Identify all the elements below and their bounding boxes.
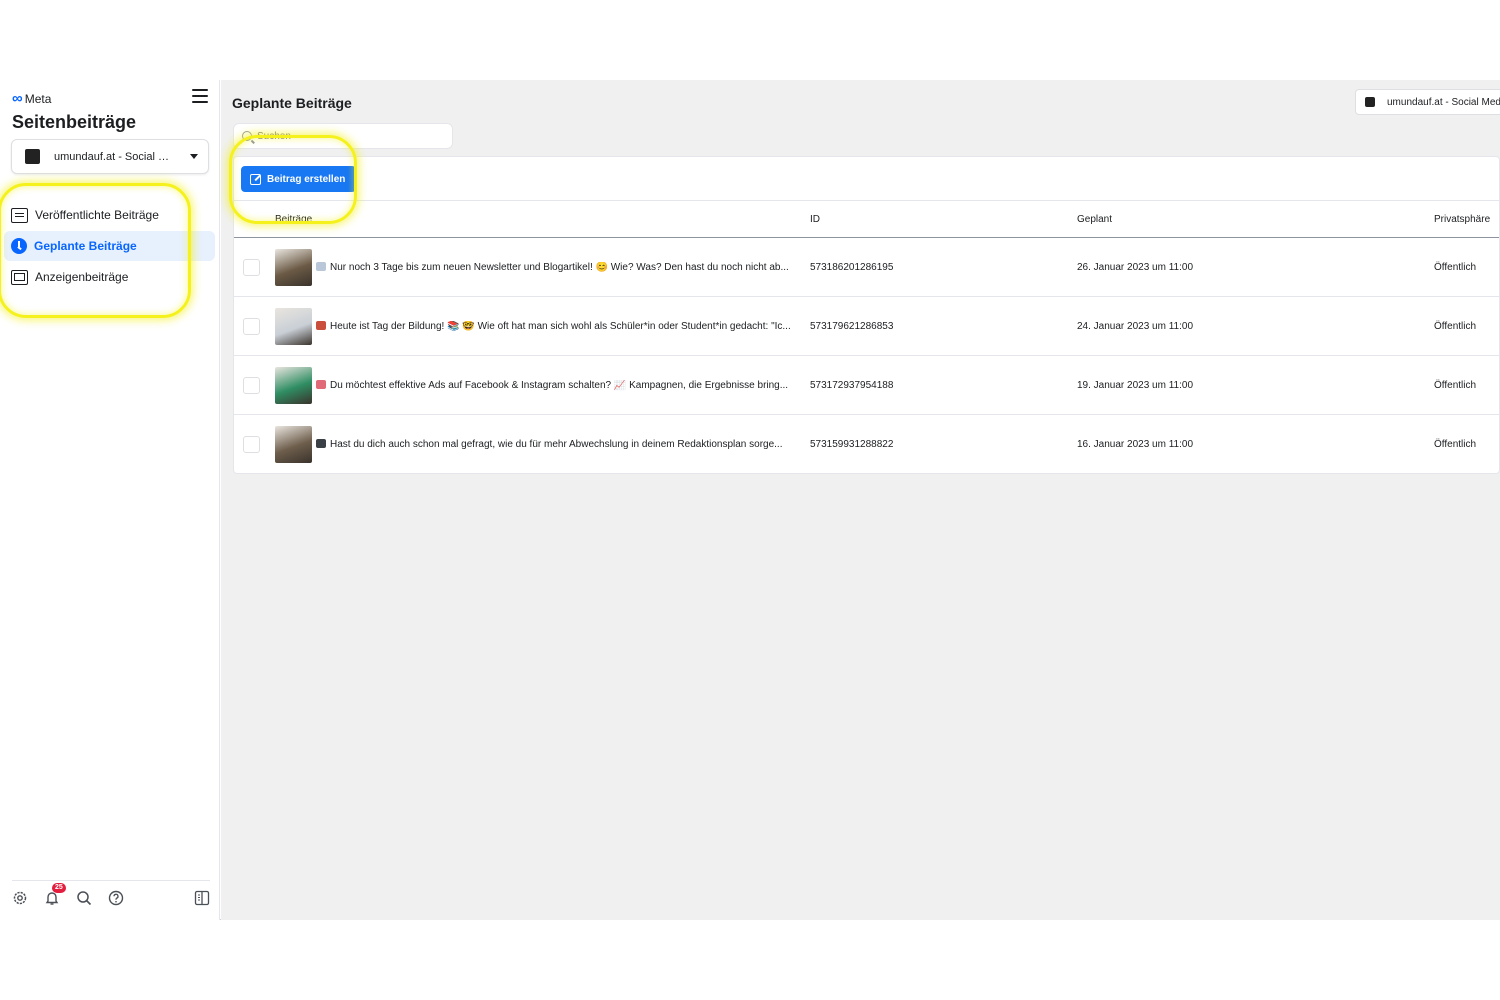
top-page-selector-label: umundauf.at - Social Med bbox=[1387, 96, 1500, 108]
sidebar-item-published-posts[interactable]: Veröffentlichte Beiträge bbox=[4, 200, 215, 230]
app-window: ∞ Meta Seitenbeiträge umundauf.at - Soci… bbox=[0, 80, 1500, 920]
post-id: 573159931288822 bbox=[810, 439, 894, 450]
table-row[interactable]: Du möchtest effektive Ads auf Facebook &… bbox=[234, 356, 1499, 415]
row-checkbox[interactable] bbox=[243, 377, 260, 394]
scheduled-date: 24. Januar 2023 um 11:00 bbox=[1077, 321, 1194, 332]
main-content: Geplante Beiträge umundauf.at - Social M… bbox=[221, 80, 1500, 920]
post-thumbnail[interactable] bbox=[275, 308, 312, 345]
privacy-status: Öffentlich bbox=[1434, 262, 1477, 273]
settings-icon[interactable] bbox=[12, 890, 28, 906]
row-checkbox[interactable] bbox=[243, 318, 260, 335]
post-thumbnail[interactable] bbox=[275, 367, 312, 404]
emoji-icon bbox=[316, 321, 326, 330]
privacy-status: Öffentlich bbox=[1434, 439, 1477, 450]
page-avatar bbox=[1365, 97, 1375, 107]
sidebar-nav: Veröffentlichte Beiträge Geplante Beiträ… bbox=[4, 200, 215, 293]
column-header-privacy[interactable]: Privatsphäre bbox=[1434, 214, 1490, 225]
emoji-icon bbox=[316, 262, 326, 271]
privacy-status: Öffentlich bbox=[1434, 321, 1477, 332]
edit-icon bbox=[250, 173, 261, 185]
post-text[interactable]: Du möchtest effektive Ads auf Facebook &… bbox=[316, 380, 796, 391]
top-page-selector[interactable]: umundauf.at - Social Med bbox=[1355, 89, 1500, 115]
page-title: Geplante Beiträge bbox=[232, 95, 352, 111]
help-icon[interactable] bbox=[108, 890, 124, 906]
table-toolbar: Beitrag erstellen bbox=[234, 157, 1499, 201]
table-header: Beiträge ID Geplant Privatsphäre bbox=[234, 201, 1499, 238]
panel-toggle-icon[interactable] bbox=[194, 890, 210, 906]
meta-infinity-icon: ∞ bbox=[12, 90, 23, 107]
sidebar-item-label: Anzeigenbeiträge bbox=[35, 270, 129, 284]
post-text[interactable]: Hast du dich auch schon mal gefragt, wie… bbox=[316, 439, 796, 450]
table-row[interactable]: Hast du dich auch schon mal gefragt, wie… bbox=[234, 415, 1499, 474]
page-selector-dropdown[interactable]: umundauf.at - Social Med... bbox=[11, 139, 209, 174]
scheduled-date: 26. Januar 2023 um 11:00 bbox=[1077, 262, 1194, 273]
emoji-icon bbox=[316, 380, 326, 389]
table-body: Nur noch 3 Tage bis zum neuen Newsletter… bbox=[234, 238, 1499, 474]
post-id: 573179621286853 bbox=[810, 321, 894, 332]
row-checkbox[interactable] bbox=[243, 436, 260, 453]
column-header-scheduled[interactable]: Geplant bbox=[1077, 214, 1112, 225]
notifications-icon[interactable]: 25 bbox=[44, 883, 66, 906]
post-thumbnail[interactable] bbox=[275, 426, 312, 463]
post-id: 573172937954188 bbox=[810, 380, 894, 391]
table-row[interactable]: Nur noch 3 Tage bis zum neuen Newsletter… bbox=[234, 238, 1499, 297]
clock-icon bbox=[11, 238, 27, 254]
meta-logo-text: Meta bbox=[24, 91, 52, 106]
sidebar-footer: 25 bbox=[12, 880, 210, 906]
page-avatar bbox=[25, 149, 40, 164]
sidebar-item-scheduled-posts[interactable]: Geplante Beiträge bbox=[4, 231, 215, 261]
sidebar-item-label: Veröffentlichte Beiträge bbox=[35, 208, 159, 222]
search-input[interactable] bbox=[257, 130, 437, 142]
search-icon[interactable] bbox=[76, 890, 92, 906]
ads-screen-icon bbox=[11, 269, 28, 285]
menu-icon[interactable] bbox=[192, 89, 208, 103]
sidebar: ∞ Meta Seitenbeiträge umundauf.at - Soci… bbox=[0, 80, 220, 920]
scheduled-date: 16. Januar 2023 um 11:00 bbox=[1077, 439, 1194, 450]
row-checkbox[interactable] bbox=[243, 259, 260, 276]
page-selector-label: umundauf.at - Social Med... bbox=[54, 150, 176, 163]
search-icon bbox=[242, 131, 252, 141]
table-row[interactable]: Heute ist Tag der Bildung! 📚 🤓 Wie oft h… bbox=[234, 297, 1499, 356]
sidebar-item-label: Geplante Beiträge bbox=[34, 239, 137, 253]
meta-logo[interactable]: ∞ Meta bbox=[12, 90, 51, 107]
post-id: 573186201286195 bbox=[810, 262, 894, 273]
create-post-button[interactable]: Beitrag erstellen bbox=[241, 166, 357, 192]
sidebar-item-ad-posts[interactable]: Anzeigenbeiträge bbox=[4, 262, 215, 292]
chevron-down-icon bbox=[190, 154, 198, 159]
search-field[interactable] bbox=[233, 123, 453, 149]
scheduled-date: 19. Januar 2023 um 11:00 bbox=[1077, 380, 1194, 391]
column-header-posts[interactable]: Beiträge bbox=[275, 214, 312, 225]
sidebar-title: Seitenbeiträge bbox=[12, 112, 137, 132]
column-header-id[interactable]: ID bbox=[810, 214, 820, 225]
post-text[interactable]: Heute ist Tag der Bildung! 📚 🤓 Wie oft h… bbox=[316, 321, 796, 332]
create-post-label: Beitrag erstellen bbox=[267, 173, 346, 185]
post-thumbnail[interactable] bbox=[275, 249, 312, 286]
post-text[interactable]: Nur noch 3 Tage bis zum neuen Newsletter… bbox=[316, 262, 796, 273]
privacy-status: Öffentlich bbox=[1434, 380, 1477, 391]
posts-table-panel: Beitrag erstellen Beiträge ID Geplant Pr… bbox=[233, 156, 1500, 474]
list-icon bbox=[11, 207, 28, 223]
emoji-icon bbox=[316, 439, 326, 448]
notification-count-badge: 25 bbox=[52, 883, 66, 893]
